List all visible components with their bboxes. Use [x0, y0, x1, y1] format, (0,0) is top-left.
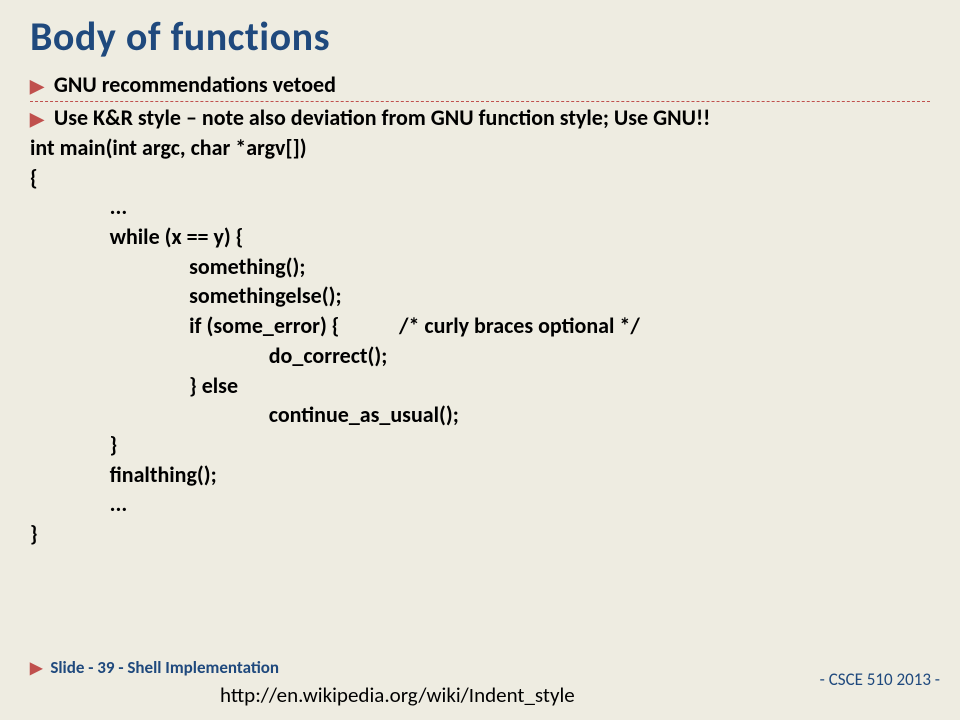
bullet-list: ▶ GNU recommendations vetoed ▶ Use K&R s… — [0, 69, 960, 133]
footer-left-text: Slide - 39 - Shell Implementation — [50, 657, 279, 678]
bullet-text: GNU recommendations vetoed — [54, 71, 336, 99]
bullet-arrow-icon: ▶ — [30, 75, 44, 98]
footer-right: - CSCE 510 2013 - — [820, 669, 940, 690]
code-block: int main(int argc, char *argv[]) { ... w… — [0, 133, 960, 549]
footer-url: http://en.wikipedia.org/wiki/Indent_styl… — [220, 682, 575, 708]
footer-left: ▶ Slide - 39 - Shell Implementation — [30, 657, 279, 678]
footer-arrow-icon: ▶ — [30, 658, 42, 678]
bullet-item: ▶ GNU recommendations vetoed — [30, 69, 930, 102]
bullet-item: ▶ Use K&R style – note also deviation fr… — [30, 102, 930, 134]
slide-title: Body of functions — [0, 0, 960, 67]
bullet-text: Use K&R style – note also deviation from… — [54, 104, 710, 132]
bullet-arrow-icon: ▶ — [30, 108, 44, 131]
